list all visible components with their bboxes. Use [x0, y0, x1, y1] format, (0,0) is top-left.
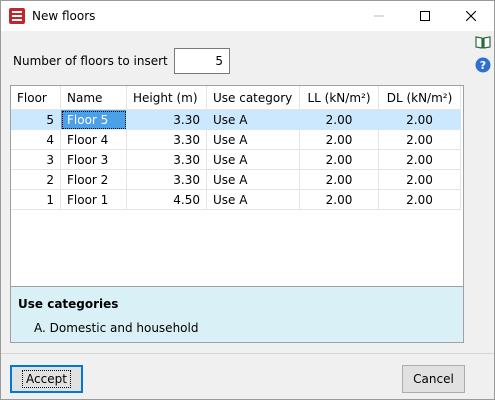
dead-load-cell[interactable]: 2.00: [379, 110, 461, 130]
live-load-cell[interactable]: 2.00: [300, 190, 379, 210]
floor-height-cell[interactable]: 3.30: [127, 170, 207, 190]
floor-name-cell[interactable]: Floor 5: [61, 110, 127, 130]
col-header-height[interactable]: Height (m): [127, 86, 207, 110]
close-button[interactable]: [448, 1, 494, 31]
col-header-dl[interactable]: DL (kN/m²): [379, 86, 461, 110]
use-category-cell[interactable]: Use A: [207, 130, 300, 150]
divider: [1, 353, 494, 354]
table-header: Floor Name Height (m) Use category LL (k…: [11, 86, 461, 110]
minimize-button[interactable]: [356, 1, 402, 31]
use-category-cell[interactable]: Use A: [207, 190, 300, 210]
col-header-floor[interactable]: Floor: [11, 86, 61, 110]
live-load-cell[interactable]: 2.00: [300, 150, 379, 170]
floor-height-cell[interactable]: 3.30: [127, 130, 207, 150]
floors-count-label: Number of floors to insert: [13, 54, 168, 68]
floors-count-input[interactable]: 5: [174, 48, 230, 74]
floor-number-cell: 3: [11, 150, 61, 170]
dead-load-cell[interactable]: 2.00: [379, 190, 461, 210]
floor-number-cell: 1: [11, 190, 61, 210]
floor-name-cell[interactable]: Floor 2: [61, 170, 127, 190]
title-bar: New floors: [1, 1, 494, 31]
use-categories-panel: Use categories A. Domestic and household: [10, 287, 464, 343]
live-load-cell[interactable]: 2.00: [300, 110, 379, 130]
floor-height-cell[interactable]: 3.30: [127, 150, 207, 170]
floors-table: Floor Name Height (m) Use category LL (k…: [10, 85, 464, 287]
use-category-description: A. Domestic and household: [34, 321, 199, 335]
svg-text:?: ?: [480, 59, 486, 72]
accept-button-label: Accept: [22, 370, 71, 388]
use-category-cell[interactable]: Use A: [207, 170, 300, 190]
floor-number-cell: 4: [11, 130, 61, 150]
col-header-ll[interactable]: LL (kN/m²): [300, 86, 379, 110]
floor-name-cell[interactable]: Floor 3: [61, 150, 127, 170]
col-header-name[interactable]: Name: [61, 86, 127, 110]
live-load-cell[interactable]: 2.00: [300, 130, 379, 150]
table-row[interactable]: 3 Floor 3 3.30 Use A 2.00 2.00: [11, 150, 461, 170]
floor-number-cell: 5: [11, 110, 61, 130]
floor-height-cell[interactable]: 4.50: [127, 190, 207, 210]
maximize-icon: [420, 11, 430, 21]
maximize-button[interactable]: [402, 1, 448, 31]
floor-name-cell[interactable]: Floor 1: [61, 190, 127, 210]
use-category-cell[interactable]: Use A: [207, 150, 300, 170]
floor-name-cell[interactable]: Floor 4: [61, 130, 127, 150]
window-title: New floors: [32, 9, 96, 23]
floor-height-cell[interactable]: 3.30: [127, 110, 207, 130]
accept-button[interactable]: Accept: [10, 365, 83, 393]
floor-number-cell: 2: [11, 170, 61, 190]
dead-load-cell[interactable]: 2.00: [379, 170, 461, 190]
cancel-button[interactable]: Cancel: [402, 365, 465, 393]
table-row[interactable]: 2 Floor 2 3.30 Use A 2.00 2.00: [11, 170, 461, 190]
table-row[interactable]: 5 Floor 5 3.30 Use A 2.00 2.00: [11, 110, 461, 130]
col-header-use-category[interactable]: Use category: [207, 86, 300, 110]
dead-load-cell[interactable]: 2.00: [379, 150, 461, 170]
app-logo-icon: [9, 8, 25, 24]
use-categories-title: Use categories: [18, 297, 119, 311]
close-icon: [466, 11, 476, 21]
use-category-cell[interactable]: Use A: [207, 110, 300, 130]
live-load-cell[interactable]: 2.00: [300, 170, 379, 190]
dialog-window: New floors Number of floors to insert 5 …: [0, 0, 495, 400]
table-row[interactable]: 1 Floor 1 4.50 Use A 2.00 2.00: [11, 190, 461, 210]
table-row[interactable]: 4 Floor 4 3.30 Use A 2.00 2.00: [11, 130, 461, 150]
help-icon[interactable]: ?: [475, 57, 491, 73]
book-icon[interactable]: [475, 34, 491, 50]
minimize-icon: [374, 15, 384, 17]
dead-load-cell[interactable]: 2.00: [379, 130, 461, 150]
